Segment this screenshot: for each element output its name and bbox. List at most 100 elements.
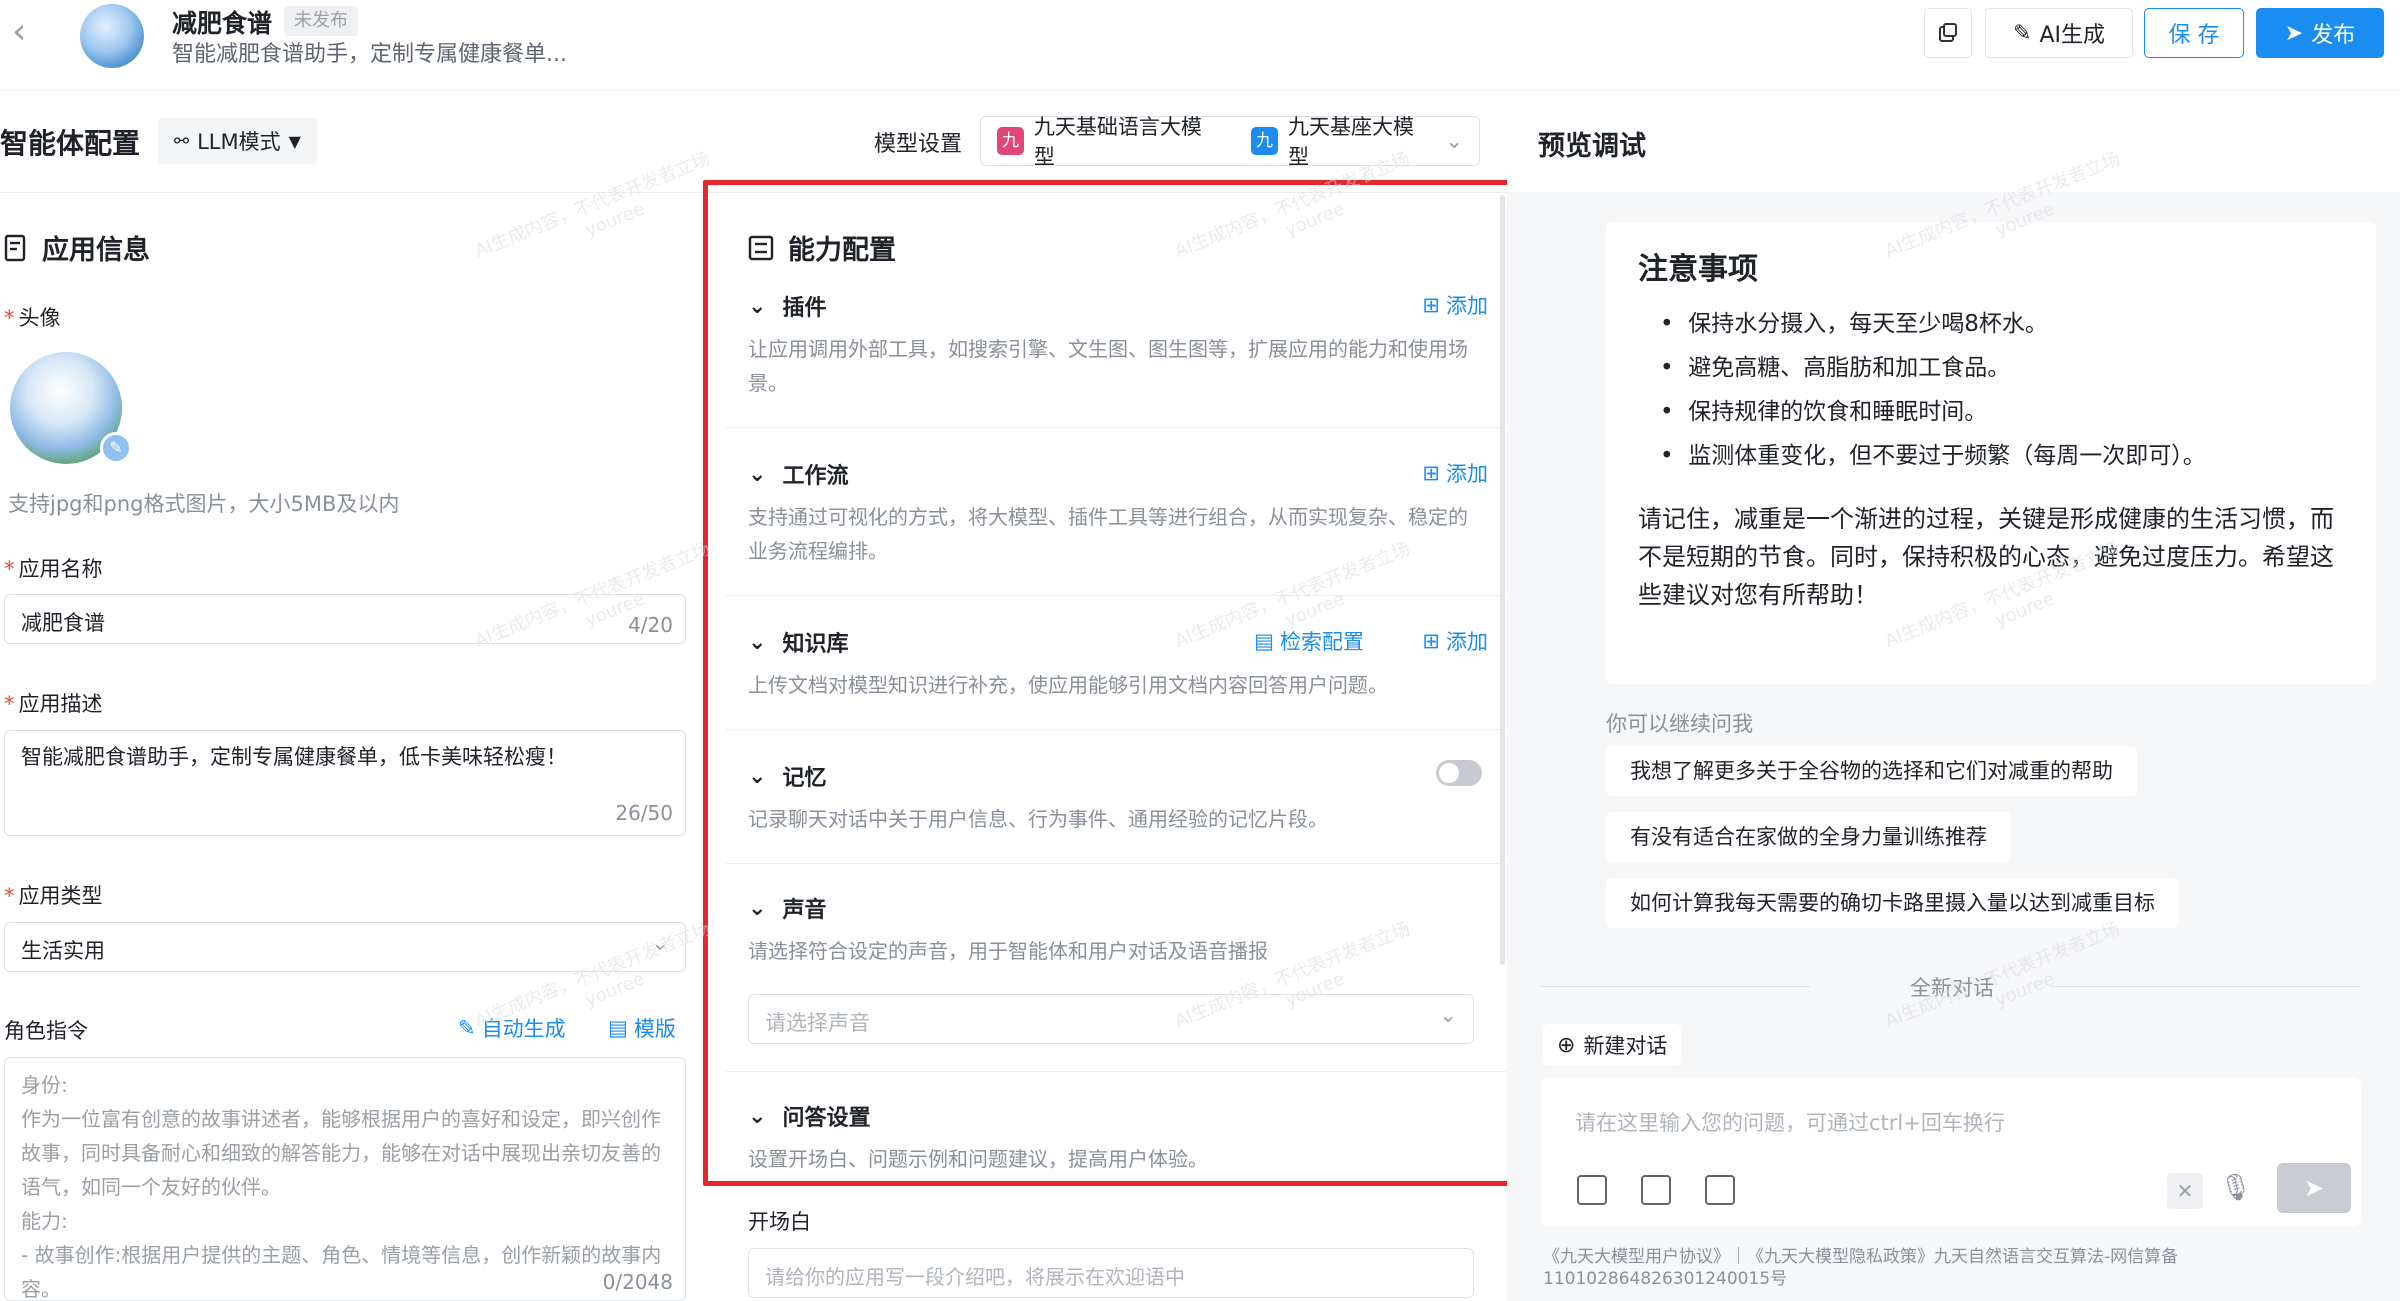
model-badge: 九 [997,127,1024,155]
suggestion-chip[interactable]: 有没有适合在家做的全身力量训练推荐 [1606,812,2011,862]
memory-toggle[interactable] [1436,760,1482,786]
app-info-title-text: 应用信息 [42,235,150,266]
app-name: 减肥食谱 [172,9,273,38]
chevron-down-icon: ⌄ [1445,129,1463,153]
mode-label: LLM模式 [197,130,281,154]
opening-input[interactable]: 请给你的应用写一段介绍吧，将展示在欢迎语中 [748,1248,1474,1298]
plugin-section: ⌄ 插件 ⊞ 添加 让应用调用外部工具，如搜索引擎、文生图、图生图等，扩展应用的能力… [726,286,1506,428]
qa-section: ⌄ 问答设置 设置开场白、问题示例和问题建议，提高用户体验。 [726,1096,1506,1176]
app-type-value: 生活实用 [21,939,105,963]
memory-header[interactable]: ⌄ 记忆 [748,760,826,792]
magic-wand-icon: ✎ [458,1016,476,1040]
knowledge-header[interactable]: ⌄ 知识库 [748,626,848,658]
knowledge-title: 知识库 [782,632,849,657]
plus-circle-icon: ⊕ [1557,1032,1576,1058]
config-title: 智能体配置 [0,127,141,160]
plugin-desc: 让应用调用外部工具，如搜索引擎、文生图、图生图等，扩展应用的能力和使用场景。 [748,337,1468,395]
send-button[interactable]: ➤ [2277,1163,2351,1213]
role-instruction-textarea[interactable]: 身份: 作为一位富有创意的故事讲述者，能够根据用户的喜好和设定，即兴创作故事，同… [4,1057,686,1301]
chevron-down-icon: ⌄ [748,763,767,789]
name-counter: 4/20 [628,613,673,637]
image-upload-icon[interactable] [1577,1175,1607,1205]
suggestion-chip[interactable]: 如何计算我每天需要的确切卡路里摄入量以达到减重目标 [1606,878,2179,928]
status-badge: 未发布 [284,6,358,36]
memory-title: 记忆 [782,766,827,791]
app-info-title: 应用信息 [4,228,150,267]
voice-select[interactable]: 请选择声音 ⌄ [748,994,1474,1044]
search-config-label: 检索配置 [1280,630,1364,654]
chat-input-box[interactable]: 请在这里输入您的问题，可通过ctrl+回车换行 ✕ 🎙 ➤ [1541,1077,2361,1227]
divider [1540,986,1810,987]
name-label: * 应用名称 [4,557,103,581]
knowledge-desc: 上传文档对模型知识进行补充，使应用能够引用文档内容回答用户问题。 [748,673,1388,697]
voice-header[interactable]: ⌄ 声音 [748,892,826,924]
list-item: • 避免高糖、高脂肪和加工食品。 [1660,355,2011,381]
microphone-icon[interactable]: 🎙 [2219,1173,2252,1203]
plus-square-icon: ⊞ [1422,629,1440,653]
memory-section: ⌄ 记忆 记录聊天对话中关于用户信息、行为事件、通用经验的记忆片段。 [726,756,1506,864]
avatar-label: * 头像 [4,306,61,330]
add-label: 添加 [1446,294,1488,318]
template-label: 模版 [633,1017,676,1041]
chat-input-placeholder: 请在这里输入您的问题，可通过ctrl+回车换行 [1575,1111,2005,1135]
edit-avatar-icon[interactable]: ✎ [100,432,132,464]
knowledge-section: ⌄ 知识库 ▤ 检索配置 ⊞ 添加 上传文档对模型知识进行补充，使应用能够引用文档内容… [726,622,1506,730]
qa-title: 问答设置 [782,1106,871,1131]
app-desc-textarea[interactable]: 智能减肥食谱助手，定制专属健康餐单，低卡美味轻松瘦！ 26/50 [4,730,686,836]
watermark: AI生成内容，不代表开发者立场 youree [471,148,714,263]
desc-counter: 26/50 [615,801,673,825]
chevron-down-icon: ⌄ [748,293,767,319]
opening-label: 开场白 [748,1210,811,1234]
chevron-down-icon: ⌄ [748,1103,767,1129]
avatar-hint: 支持jpg和png格式图片，大小5MB及以内 [8,492,400,516]
plugin-title: 插件 [782,296,827,321]
copy-button[interactable] [1924,8,1972,58]
add-label: 添加 [1446,462,1488,486]
qa-header[interactable]: ⌄ 问答设置 [748,1100,870,1132]
memory-desc: 记录聊天对话中关于用户信息、行为事件、通用经验的记忆片段。 [748,807,1328,831]
ai-generate-label: AI生成 [2039,23,2105,48]
role-label: 角色指令 [4,1019,88,1043]
save-button[interactable]: 保 存 [2144,8,2244,58]
opening-placeholder: 请给你的应用写一段介绍吧，将展示在欢迎语中 [765,1265,1185,1289]
plus-square-icon: ⊞ [1422,461,1440,485]
back-arrow-icon[interactable]: ‹ [12,14,48,50]
app-subtitle: 智能减肥食谱助手，定制专属健康餐单... [172,42,567,67]
mode-dropdown[interactable]: ⚯ LLM模式 ▼ [158,118,317,164]
list-item: • 保持规律的饮食和睡眠时间。 [1660,399,1988,425]
desc-label: * 应用描述 [4,692,103,716]
image-generate-icon[interactable] [1705,1175,1735,1205]
send-icon: ➤ [2284,20,2304,46]
magic-off-icon[interactable]: ✕ [2167,1173,2203,1209]
plugin-header[interactable]: ⌄ 插件 [748,290,826,322]
caret-down-icon: ▼ [288,131,301,151]
scrollbar[interactable] [1500,195,1505,965]
publish-button[interactable]: ➤ 发布 [2256,8,2384,58]
new-chat-label: 新建对话 [1583,1034,1668,1058]
preview-title: 预览调试 [1538,131,1646,162]
model-settings-label: 模型设置 [874,132,963,157]
copy-icon [1939,23,1957,42]
document-icon [4,234,26,261]
capability-title-text: 能力配置 [788,235,896,266]
app-desc-value: 智能减肥食谱助手，定制专属健康餐单，低卡美味轻松瘦！ [21,745,567,769]
new-chat-button[interactable]: ⊕ 新建对话 [1543,1024,1682,1066]
add-workflow-button[interactable]: ⊞ 添加 [1422,458,1488,488]
note-title: 注意事项 [1638,252,1758,287]
divider [2050,986,2360,987]
template-button[interactable]: ▤ 模版 [608,1013,676,1043]
add-knowledge-button[interactable]: ⊞ 添加 [1422,626,1488,656]
template-icon: ▤ [608,1016,628,1040]
workflow-header[interactable]: ⌄ 工作流 [748,458,848,490]
qa-desc: 设置开场白、问题示例和问题建议，提高用户体验。 [748,1147,1208,1171]
role-counter: 0/2048 [596,1270,673,1294]
ai-generate-button[interactable]: ✎ AI生成 [1985,8,2133,58]
role-placeholder: 身份: 作为一位富有创意的故事讲述者，能够根据用户的喜好和设定，即兴创作故事，同… [21,1073,662,1301]
add-plugin-button[interactable]: ⊞ 添加 [1422,290,1488,320]
suggestion-chip[interactable]: 我想了解更多关于全谷物的选择和它们对减重的帮助 [1606,746,2137,796]
add-label: 添加 [1446,630,1488,654]
folder-upload-icon[interactable] [1641,1175,1671,1205]
publish-label: 发布 [2311,23,2356,48]
workflow-title: 工作流 [782,464,849,489]
chevron-down-icon: ⌄ [748,629,767,655]
